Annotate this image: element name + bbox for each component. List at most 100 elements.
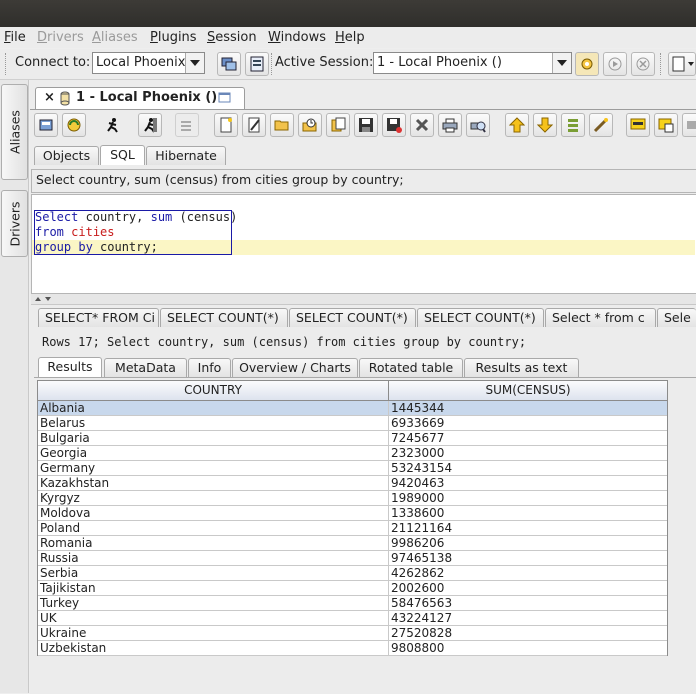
menu-plugins[interactable]: Plugins <box>150 30 197 45</box>
table-row[interactable]: Uzbekistan 9808800 <box>38 641 667 656</box>
tab-sql[interactable]: SQL <box>100 145 145 165</box>
cell-sum-census[interactable]: 27520828 <box>389 626 667 641</box>
cell-country[interactable]: Tajikistan <box>38 581 389 596</box>
table-row[interactable]: Bulgaria 7245677 <box>38 431 667 446</box>
close-tab-icon[interactable]: × <box>44 90 55 105</box>
tab-hibernate[interactable]: Hibernate <box>146 146 226 165</box>
save-as-button[interactable] <box>382 113 406 137</box>
table-row[interactable]: Moldova 1338600 <box>38 506 667 521</box>
connect-button[interactable] <box>217 52 241 76</box>
cell-sum-census[interactable]: 2002600 <box>389 581 667 596</box>
format-sql-button[interactable] <box>589 113 613 137</box>
tab-rotated-table[interactable]: Rotated table <box>359 358 463 377</box>
run-disabled-button[interactable] <box>175 113 199 137</box>
table-row[interactable]: Albania 1445344 <box>38 401 667 416</box>
toolbar-grip[interactable] <box>5 53 9 75</box>
table-row[interactable]: Kyrgyz 1989000 <box>38 491 667 506</box>
menu-file[interactable]: File <box>4 30 26 45</box>
cell-sum-census[interactable]: 97465138 <box>389 551 667 566</box>
history-tab-4[interactable]: SELECT COUNT(*) <box>417 308 544 327</box>
table-row[interactable]: Turkey 58476563 <box>38 596 667 611</box>
bookmark-add-button[interactable] <box>654 113 678 137</box>
cell-sum-census[interactable]: 6933669 <box>389 416 667 431</box>
cell-sum-census[interactable]: 21121164 <box>389 521 667 536</box>
run-sql-button[interactable] <box>101 113 125 137</box>
table-row[interactable]: Ukraine 27520828 <box>38 626 667 641</box>
new-file-dropdown-button[interactable] <box>668 52 696 76</box>
cell-sum-census[interactable]: 2323000 <box>389 446 667 461</box>
table-row[interactable]: UK 43224127 <box>38 611 667 626</box>
column-header-country[interactable]: COUNTRY <box>38 381 389 401</box>
reconnect-button[interactable] <box>62 113 86 137</box>
cell-country[interactable]: Bulgaria <box>38 431 389 446</box>
bookmark-button[interactable] <box>626 113 650 137</box>
cell-sum-census[interactable]: 9420463 <box>389 476 667 491</box>
edit-sql-button[interactable] <box>242 113 266 137</box>
history-tab-5[interactable]: Select * from c <box>545 308 656 327</box>
cell-sum-census[interactable]: 1445344 <box>389 401 667 416</box>
history-tab-2[interactable]: SELECT COUNT(*) <box>160 308 288 327</box>
menu-session[interactable]: Session <box>207 30 257 45</box>
stop-button[interactable] <box>631 52 655 76</box>
table-row[interactable]: Germany 53243154 <box>38 461 667 476</box>
history-tab-6[interactable]: Sele <box>657 308 696 327</box>
cell-country[interactable]: Kyrgyz <box>38 491 389 506</box>
cell-sum-census[interactable]: 9986206 <box>389 536 667 551</box>
cell-country[interactable]: Albania <box>38 401 389 416</box>
collapse-arrows-icon[interactable] <box>35 296 55 302</box>
recent-files-button[interactable] <box>298 113 322 137</box>
tab-metadata[interactable]: MetaData <box>104 358 187 377</box>
run-button[interactable] <box>603 52 627 76</box>
table-row[interactable]: Belarus 6933669 <box>38 416 667 431</box>
tab-overview-charts[interactable]: Overview / Charts <box>232 358 358 377</box>
cell-sum-census[interactable]: 53243154 <box>389 461 667 476</box>
table-row[interactable]: Georgia 2323000 <box>38 446 667 461</box>
history-tab-1[interactable]: SELECT* FROM Ci <box>38 308 159 327</box>
cell-sum-census[interactable]: 1989000 <box>389 491 667 506</box>
cell-country[interactable]: Turkey <box>38 596 389 611</box>
sidebar-tab-aliases[interactable]: Aliases <box>1 84 28 180</box>
split-divider[interactable] <box>31 294 696 305</box>
previous-sql-button[interactable] <box>505 113 529 137</box>
cell-country[interactable]: Poland <box>38 521 389 536</box>
save-button[interactable] <box>354 113 378 137</box>
cell-sum-census[interactable]: 4262862 <box>389 566 667 581</box>
menu-aliases[interactable]: Aliases <box>92 30 138 45</box>
menu-windows[interactable]: Windows <box>268 30 326 45</box>
cell-country[interactable]: Ukraine <box>38 626 389 641</box>
run-all-sql-button[interactable] <box>138 113 162 137</box>
new-sql-file-button[interactable] <box>214 113 238 137</box>
sidebar-tab-drivers[interactable]: Drivers <box>1 190 28 257</box>
cell-country[interactable]: Belarus <box>38 416 389 431</box>
cell-sum-census[interactable]: 1338600 <box>389 506 667 521</box>
tab-results[interactable]: Results <box>38 357 102 377</box>
detach-tab-icon[interactable] <box>218 92 232 104</box>
cell-country[interactable]: Kazakhstan <box>38 476 389 491</box>
column-header-sum-census[interactable]: SUM(CENSUS) <box>389 381 667 401</box>
cell-country[interactable]: Uzbekistan <box>38 641 389 656</box>
menu-drivers[interactable]: Drivers <box>37 30 84 45</box>
cell-sum-census[interactable]: 43224127 <box>389 611 667 626</box>
menu-help[interactable]: Help <box>335 30 365 45</box>
chevron-down-icon[interactable] <box>552 53 571 73</box>
new-session-button[interactable] <box>245 52 269 76</box>
tab-objects[interactable]: Objects <box>34 146 99 165</box>
table-row[interactable]: Russia 97465138 <box>38 551 667 566</box>
more-tools-button[interactable] <box>682 113 696 137</box>
table-row[interactable]: Romania 9986206 <box>38 536 667 551</box>
session-properties-button[interactable] <box>575 52 599 76</box>
table-row[interactable]: Poland 21121164 <box>38 521 667 536</box>
cell-country[interactable]: Georgia <box>38 446 389 461</box>
chevron-down-icon[interactable] <box>185 53 204 73</box>
cell-country[interactable]: Russia <box>38 551 389 566</box>
print-button[interactable] <box>438 113 462 137</box>
history-tab-3[interactable]: SELECT COUNT(*) <box>289 308 416 327</box>
cell-country[interactable]: UK <box>38 611 389 626</box>
cell-sum-census[interactable]: 58476563 <box>389 596 667 611</box>
refresh-button[interactable] <box>34 113 58 137</box>
tab-results-as-text[interactable]: Results as text <box>464 358 579 377</box>
cell-country[interactable]: Germany <box>38 461 389 476</box>
sql-editor[interactable]: Select country, sum (census) from cities… <box>31 194 696 294</box>
cell-sum-census[interactable]: 7245677 <box>389 431 667 446</box>
table-row[interactable]: Serbia 4262862 <box>38 566 667 581</box>
